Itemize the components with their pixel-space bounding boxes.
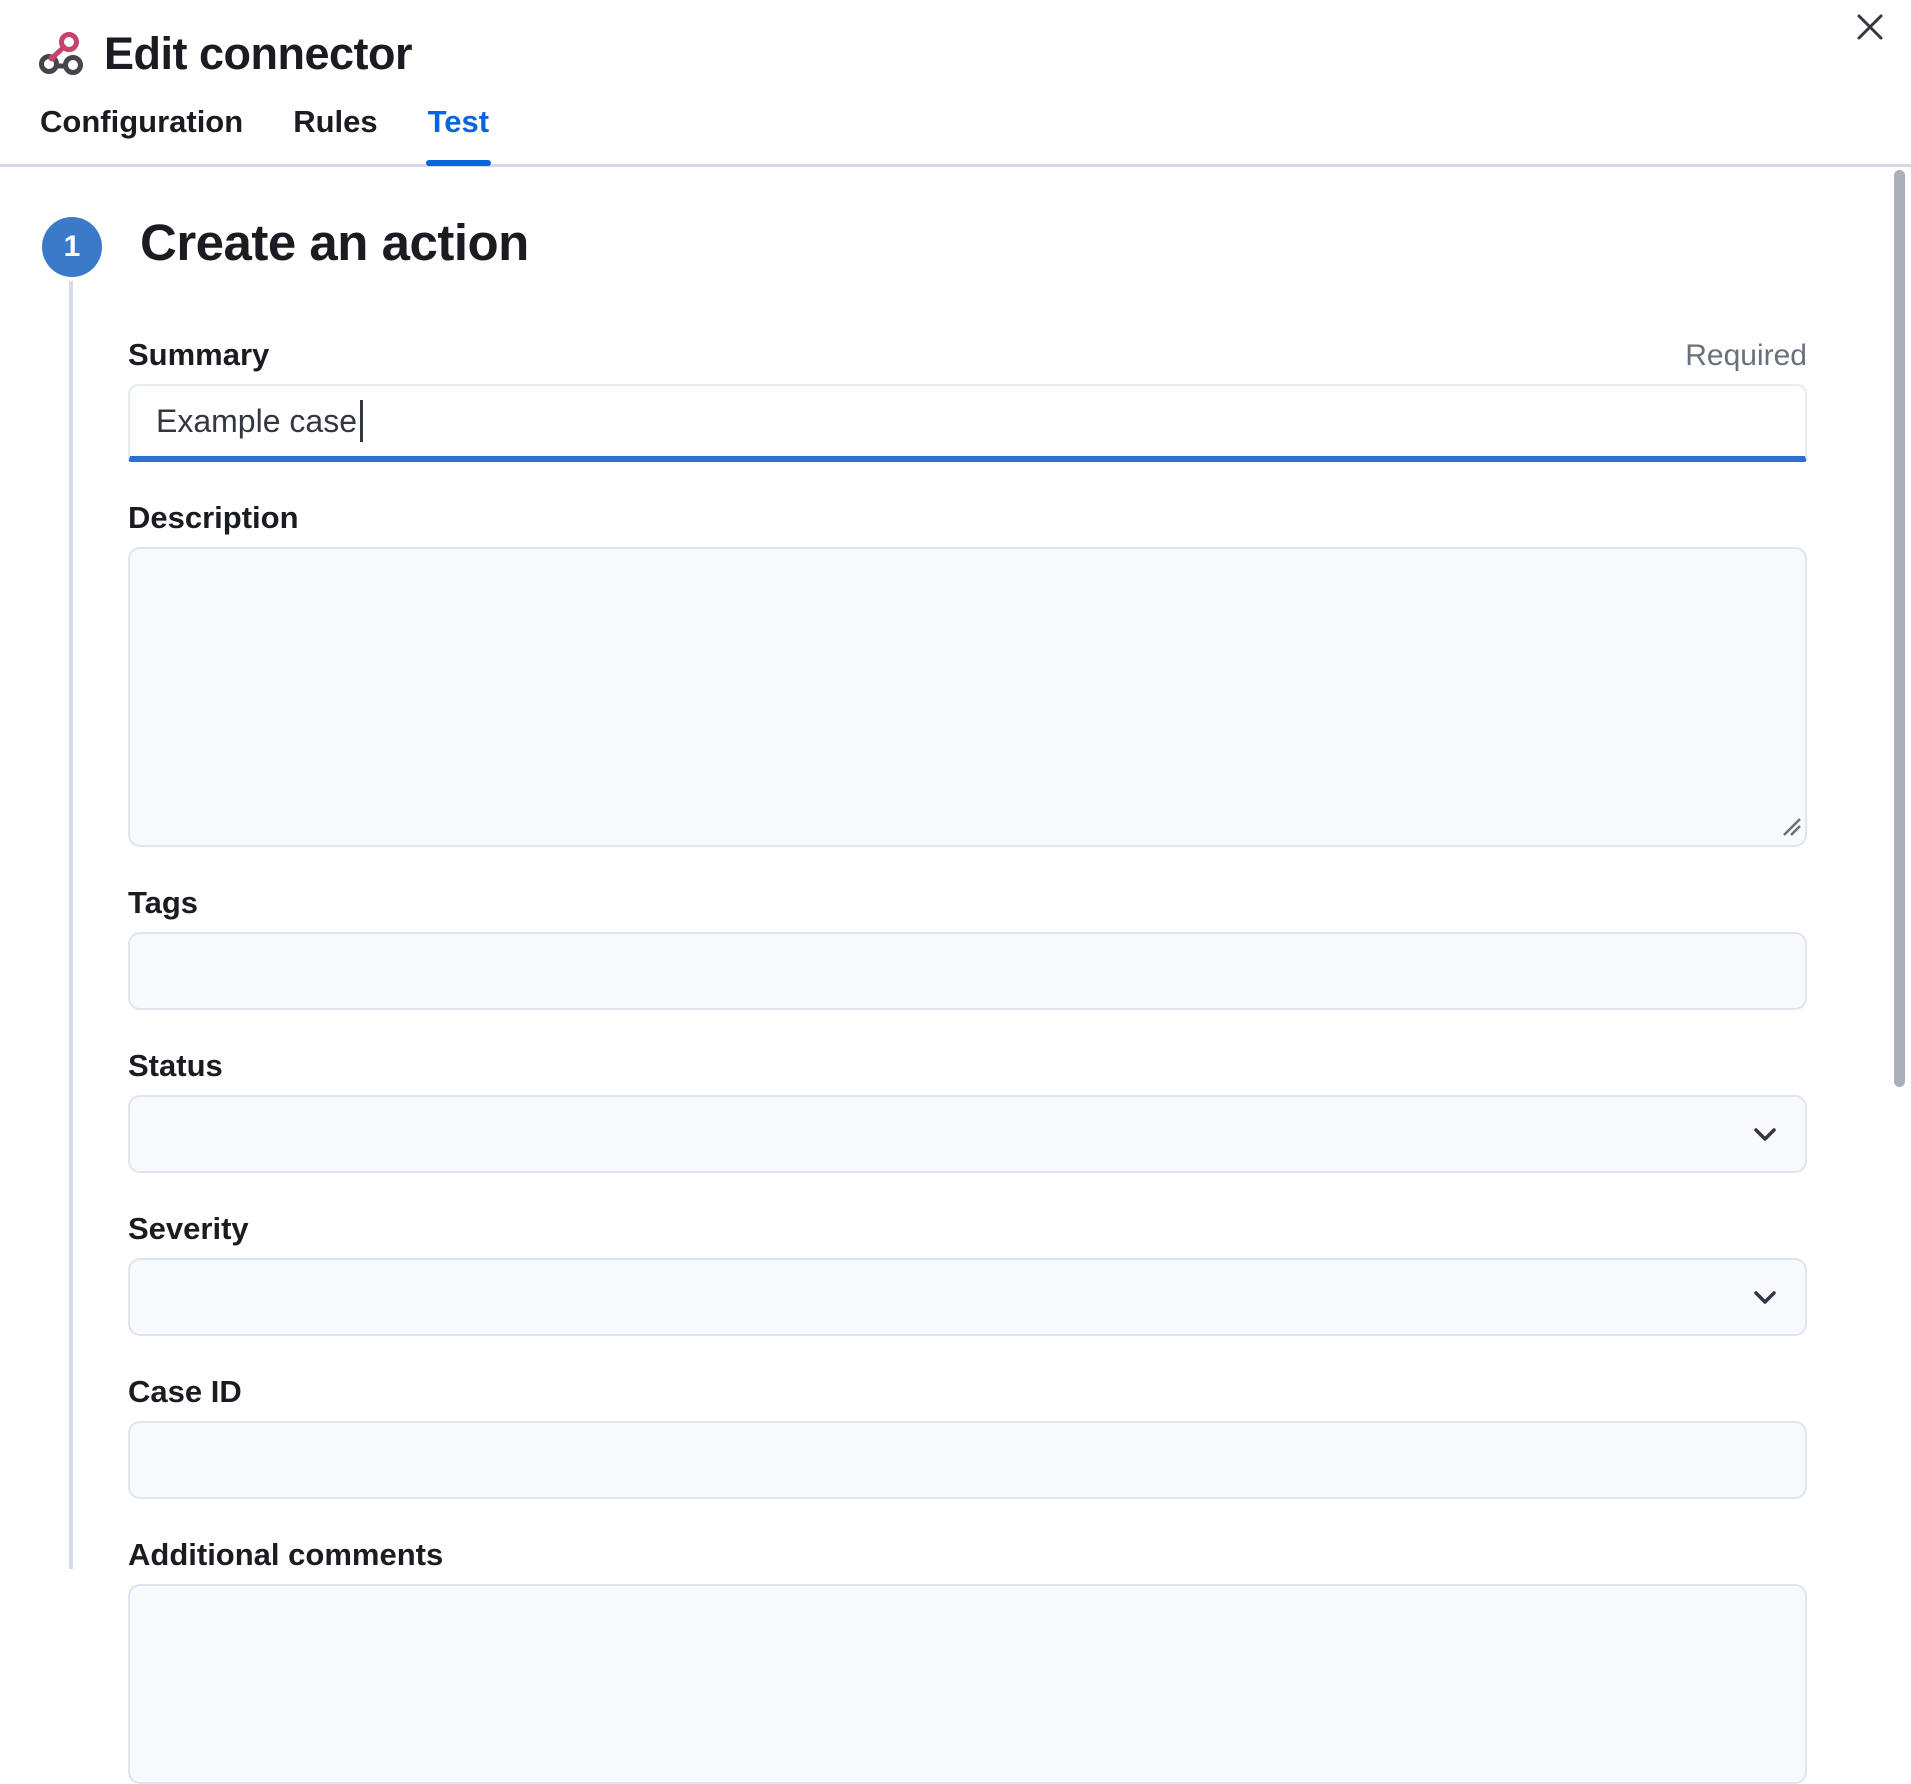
summary-required-hint: Required xyxy=(1685,339,1807,373)
step-title: Create an action xyxy=(140,167,1911,275)
create-action-form: Summary Required Example case Descriptio… xyxy=(128,337,1807,1784)
edit-connector-flyout: Edit connector Configuration Rules Test … xyxy=(0,0,1911,1569)
tab-bar: Configuration Rules Test xyxy=(38,104,1871,164)
tags-input[interactable] xyxy=(128,932,1807,1010)
case-id-input[interactable] xyxy=(128,1421,1807,1499)
severity-label: Severity xyxy=(128,1211,249,1247)
status-select[interactable] xyxy=(128,1095,1807,1173)
step-number-badge: 1 xyxy=(42,217,102,277)
scrollbar-thumb[interactable] xyxy=(1894,170,1905,1087)
step-connector-line xyxy=(69,281,73,1569)
additional-comments-textarea[interactable] xyxy=(128,1584,1807,1784)
test-tab-panel: 1 Create an action Summary Required Exam… xyxy=(0,167,1911,1569)
chevron-down-icon xyxy=(1747,1116,1783,1152)
step-number: 1 xyxy=(64,230,81,264)
tab-test[interactable]: Test xyxy=(426,104,491,164)
description-field: Description xyxy=(128,500,1807,847)
swimlane-connector-icon xyxy=(38,31,84,77)
severity-field: Severity xyxy=(128,1211,1807,1336)
text-caret xyxy=(360,400,363,442)
chevron-down-icon xyxy=(1747,1279,1783,1315)
flyout-title: Edit connector xyxy=(104,28,412,80)
flyout-header: Edit connector Configuration Rules Test xyxy=(0,0,1911,164)
tags-field: Tags xyxy=(128,885,1807,1010)
summary-input[interactable]: Example case xyxy=(128,384,1807,462)
summary-label: Summary xyxy=(128,337,269,373)
description-textarea[interactable] xyxy=(128,547,1807,847)
description-label: Description xyxy=(128,500,299,536)
status-label: Status xyxy=(128,1048,223,1084)
status-field: Status xyxy=(128,1048,1807,1173)
additional-comments-field: Additional comments xyxy=(128,1537,1807,1784)
summary-field: Summary Required Example case xyxy=(128,337,1807,462)
case-id-field: Case ID xyxy=(128,1374,1807,1499)
summary-input-value: Example case xyxy=(156,403,357,440)
severity-select[interactable] xyxy=(128,1258,1807,1336)
tab-rules[interactable]: Rules xyxy=(291,104,379,164)
case-id-label: Case ID xyxy=(128,1374,242,1410)
additional-comments-label: Additional comments xyxy=(128,1537,443,1573)
tab-configuration[interactable]: Configuration xyxy=(38,104,245,164)
tags-label: Tags xyxy=(128,885,198,921)
